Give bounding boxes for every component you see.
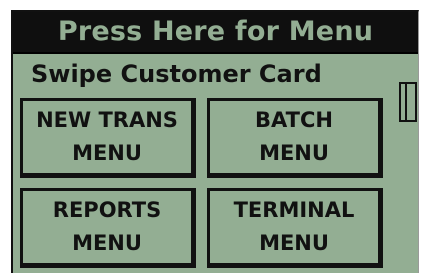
new-trans-menu-button[interactable]: NEW TRANS MENU (20, 98, 196, 178)
menu-header-button[interactable]: Press Here for Menu (13, 12, 418, 54)
button-label-line2: MENU (259, 141, 329, 165)
card-slot-icon (399, 82, 417, 122)
button-label-line2: MENU (259, 231, 329, 255)
button-label-line2: MENU (72, 231, 142, 255)
button-label-line2: MENU (72, 141, 142, 165)
menu-header-label: Press Here for Menu (57, 16, 374, 47)
swipe-prompt: Swipe Customer Card (31, 60, 322, 88)
terminal-menu-button[interactable]: TERMINAL MENU (207, 188, 383, 268)
terminal-screen: Press Here for Menu Swipe Customer Card … (11, 10, 419, 273)
batch-menu-button[interactable]: BATCH MENU (207, 98, 383, 178)
reports-menu-button[interactable]: REPORTS MENU (20, 188, 196, 268)
button-label-line1: NEW TRANS (36, 108, 178, 132)
button-label-line1: REPORTS (52, 198, 162, 222)
button-label-line1: TERMINAL (233, 198, 355, 222)
button-label-line1: BATCH (255, 108, 333, 132)
card-slot-stripe (405, 84, 407, 120)
